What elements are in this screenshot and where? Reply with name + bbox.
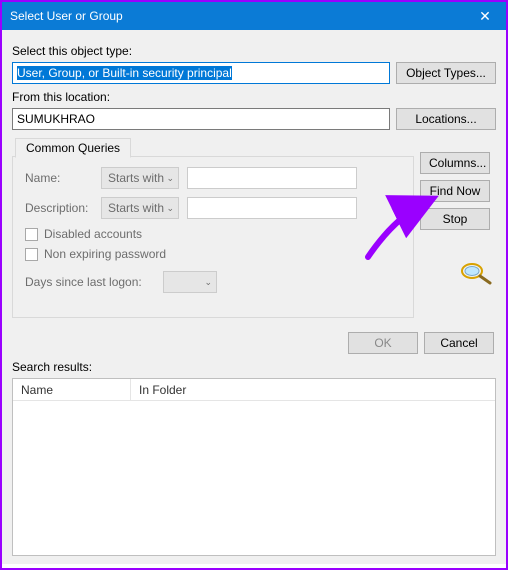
description-label: Description: [25,201,93,215]
close-button[interactable]: ✕ [464,2,506,30]
window-title: Select User or Group [10,9,123,23]
object-type-field[interactable]: User, Group, or Built-in security princi… [12,62,390,84]
search-results-list[interactable]: Name In Folder [12,378,496,556]
days-since-logon-label: Days since last logon: [25,275,155,289]
common-queries-group: Common Queries Name: Starts with ⌄ Descr… [12,156,414,318]
title-bar: Select User or Group ✕ [2,2,506,30]
object-types-button[interactable]: Object Types... [396,62,496,84]
description-input[interactable] [187,197,357,219]
stop-button[interactable]: Stop [420,208,490,230]
location-value: SUMUKHRAO [17,112,95,126]
chevron-down-icon: ⌄ [204,277,212,288]
description-mode-combo[interactable]: Starts with ⌄ [101,197,179,219]
days-since-logon-combo[interactable]: ⌄ [163,271,217,293]
chevron-down-icon: ⌄ [166,173,174,184]
cancel-button[interactable]: Cancel [424,332,494,354]
tab-common-queries[interactable]: Common Queries [15,138,131,158]
object-type-value: User, Group, or Built-in security princi… [17,66,232,80]
name-input[interactable] [187,167,357,189]
non-expiring-label: Non expiring password [44,247,166,261]
name-mode-combo[interactable]: Starts with ⌄ [101,167,179,189]
description-mode-value: Starts with [108,201,164,215]
column-name[interactable]: Name [13,379,131,400]
disabled-accounts-label: Disabled accounts [44,227,142,241]
results-header: Name In Folder [13,379,495,401]
ok-button[interactable]: OK [348,332,418,354]
dialog-content: Select this object type: User, Group, or… [2,30,506,564]
search-results-label: Search results: [12,360,496,374]
columns-button[interactable]: Columns... [420,152,490,174]
column-in-folder[interactable]: In Folder [131,379,495,400]
find-now-button[interactable]: Find Now [420,180,490,202]
search-icon [458,260,496,289]
location-field[interactable]: SUMUKHRAO [12,108,390,130]
object-type-label: Select this object type: [12,44,496,58]
chevron-down-icon: ⌄ [166,203,174,214]
non-expiring-checkbox[interactable] [25,248,38,261]
location-label: From this location: [12,90,496,104]
disabled-accounts-checkbox[interactable] [25,228,38,241]
name-mode-value: Starts with [108,171,164,185]
locations-button[interactable]: Locations... [396,108,496,130]
name-label: Name: [25,171,93,185]
